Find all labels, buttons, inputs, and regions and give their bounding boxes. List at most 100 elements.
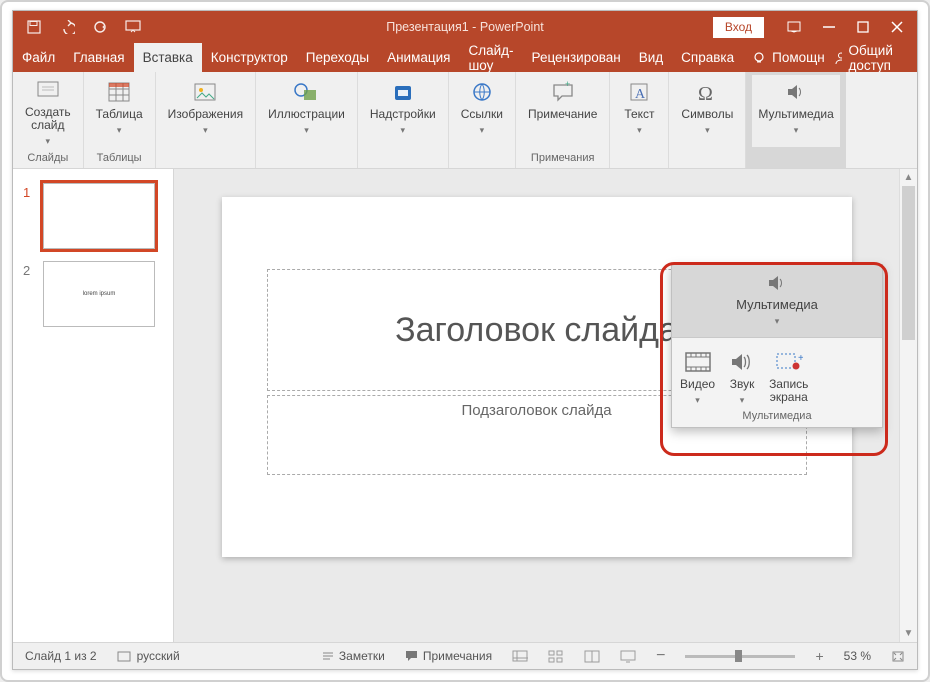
zoom-out-button[interactable]: − bbox=[656, 647, 665, 665]
tab-design[interactable]: Конструктор bbox=[202, 43, 297, 73]
svg-text:Ω: Ω bbox=[698, 83, 713, 104]
comment-icon: + bbox=[546, 78, 580, 106]
group-addins: Надстройки bbox=[358, 72, 449, 168]
screen-recording-button[interactable]: + Запись экрана bbox=[765, 344, 812, 408]
insert-audio-button[interactable]: Звук bbox=[721, 344, 763, 408]
tell-me-label: Помощн bbox=[772, 50, 825, 65]
svg-text:A: A bbox=[635, 87, 646, 102]
tab-transitions[interactable]: Переходы bbox=[297, 43, 378, 73]
group-multimedia-collapsed: Мультимедиа bbox=[746, 72, 845, 168]
minimize-icon[interactable] bbox=[823, 21, 835, 33]
symbol-icon: Ω bbox=[690, 78, 724, 106]
scroll-down-icon[interactable]: ▼ bbox=[900, 625, 917, 642]
images-icon bbox=[188, 78, 222, 106]
tab-insert[interactable]: Вставка bbox=[134, 43, 202, 73]
text-icon: A bbox=[622, 78, 656, 106]
slideshow-view-icon[interactable] bbox=[620, 650, 636, 663]
new-slide-icon bbox=[31, 78, 65, 104]
ribbon-display-options-icon[interactable] bbox=[787, 21, 801, 33]
maximize-icon[interactable] bbox=[857, 21, 869, 33]
spellcheck-icon bbox=[117, 649, 131, 663]
comments-button[interactable]: Примечания bbox=[405, 649, 492, 663]
notes-icon bbox=[322, 650, 334, 662]
person-icon bbox=[834, 51, 843, 65]
speaker-icon bbox=[766, 273, 788, 293]
vertical-scrollbar[interactable]: ▲ ▼ bbox=[899, 169, 917, 642]
popup-group-label: Мультимедиа bbox=[672, 408, 882, 427]
slide-thumbnail-2[interactable]: 2 lorem ipsum bbox=[13, 255, 173, 333]
scroll-up-icon[interactable]: ▲ bbox=[900, 169, 917, 186]
slide-thumbnail-pane[interactable]: 1 2 lorem ipsum bbox=[13, 169, 174, 642]
group-comments: + Примечание Примечания bbox=[516, 72, 610, 168]
undo-icon[interactable] bbox=[59, 20, 75, 34]
insert-video-button[interactable]: Видео bbox=[676, 344, 719, 408]
text-button[interactable]: A Текст bbox=[616, 75, 662, 147]
group-links: Ссылки bbox=[449, 72, 516, 168]
zoom-slider-knob[interactable] bbox=[735, 650, 742, 662]
screen-record-icon: + bbox=[772, 348, 806, 376]
title-bar: Презентация1 - PowerPoint Вход bbox=[13, 11, 917, 43]
speaker-icon bbox=[779, 78, 813, 106]
normal-view-icon[interactable] bbox=[512, 650, 528, 663]
group-tables: Таблица Таблицы bbox=[84, 72, 156, 168]
slide-counter: Слайд 1 из 2 bbox=[25, 649, 97, 663]
zoom-slider[interactable] bbox=[685, 655, 795, 658]
addins-button[interactable]: Надстройки bbox=[364, 75, 442, 147]
illustrations-button[interactable]: Иллюстрации bbox=[262, 75, 351, 147]
group-slides: Создать слайд Слайды bbox=[13, 72, 84, 168]
svg-text:+: + bbox=[798, 353, 803, 364]
group-label-comments: Примечания bbox=[531, 152, 595, 168]
tab-review[interactable]: Рецензирован bbox=[523, 43, 630, 73]
group-illustrations: Иллюстрации bbox=[256, 72, 358, 168]
save-icon[interactable] bbox=[27, 20, 41, 34]
zoom-in-button[interactable]: + bbox=[815, 648, 823, 664]
new-slide-button[interactable]: Создать слайд bbox=[19, 75, 77, 147]
table-button[interactable]: Таблица bbox=[90, 75, 149, 147]
tab-file[interactable]: Файл bbox=[13, 43, 64, 73]
shapes-icon bbox=[289, 78, 323, 106]
reading-view-icon[interactable] bbox=[584, 650, 600, 663]
tab-home[interactable]: Главная bbox=[64, 43, 133, 73]
share-button[interactable]: Общий доступ bbox=[834, 43, 905, 73]
slide-thumbnail-1[interactable]: 1 bbox=[13, 177, 173, 255]
group-text: A Текст bbox=[610, 72, 669, 168]
comment-icon bbox=[405, 650, 418, 662]
workspace: 1 2 lorem ipsum Заголовок слайда Подзаго… bbox=[13, 169, 917, 642]
fit-to-window-icon[interactable] bbox=[891, 650, 905, 663]
close-icon[interactable] bbox=[891, 21, 903, 33]
login-button[interactable]: Вход bbox=[712, 16, 765, 39]
table-icon bbox=[102, 78, 136, 106]
group-label-slides: Слайды bbox=[27, 152, 68, 168]
redo-icon[interactable] bbox=[93, 20, 107, 34]
tab-slideshow[interactable]: Слайд-шоу bbox=[459, 43, 522, 73]
status-bar: Слайд 1 из 2 русский Заметки Примечания … bbox=[13, 642, 917, 669]
links-button[interactable]: Ссылки bbox=[455, 75, 509, 147]
tab-animations[interactable]: Анимация bbox=[378, 43, 459, 73]
scrollbar-thumb[interactable] bbox=[902, 186, 915, 340]
group-images: Изображения bbox=[156, 72, 256, 168]
group-symbols: Ω Символы bbox=[669, 72, 746, 168]
images-button[interactable]: Изображения bbox=[162, 75, 249, 147]
link-icon bbox=[465, 78, 499, 106]
tab-help[interactable]: Справка bbox=[672, 43, 743, 73]
ribbon-insert: Создать слайд Слайды Таблица Таблицы Изо… bbox=[13, 72, 917, 169]
lightbulb-icon bbox=[752, 51, 766, 65]
zoom-level[interactable]: 53 % bbox=[844, 649, 871, 663]
multimedia-header[interactable]: Мультимедиа bbox=[672, 265, 882, 338]
start-slideshow-icon[interactable] bbox=[125, 20, 141, 34]
multimedia-button[interactable]: Мультимедиа bbox=[752, 75, 839, 147]
tab-view[interactable]: Вид bbox=[630, 43, 672, 73]
notes-button[interactable]: Заметки bbox=[322, 649, 385, 663]
symbols-button[interactable]: Ω Символы bbox=[675, 75, 739, 147]
slide-sorter-icon[interactable] bbox=[548, 650, 564, 663]
comment-button[interactable]: + Примечание bbox=[522, 75, 603, 147]
group-label-tables: Таблицы bbox=[97, 152, 142, 168]
svg-text:+: + bbox=[565, 80, 570, 89]
multimedia-dropdown: Мультимедиа Видео Звук + Запись экрана М… bbox=[671, 264, 883, 428]
video-icon bbox=[681, 348, 715, 376]
language-indicator[interactable]: русский bbox=[117, 649, 180, 663]
tell-me-search[interactable]: Помощн bbox=[743, 43, 834, 73]
share-label: Общий доступ bbox=[848, 43, 905, 73]
addins-icon bbox=[386, 78, 420, 106]
audio-icon bbox=[725, 348, 759, 376]
